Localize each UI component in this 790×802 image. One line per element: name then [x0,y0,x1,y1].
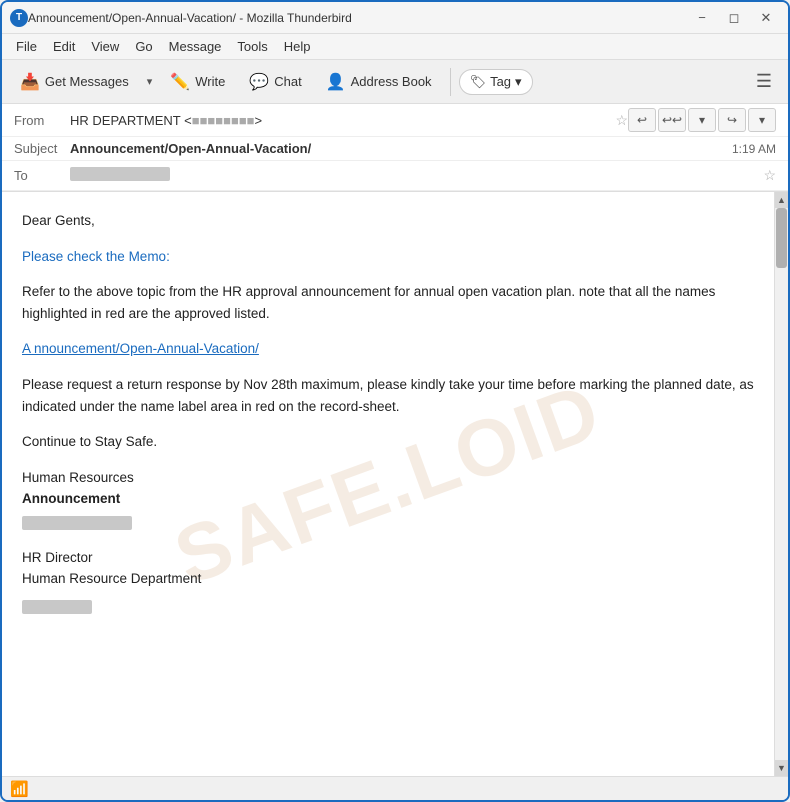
from-label: From [14,113,70,128]
reply-actions: ↩ ↩↩ ▾ ↪ ▾ [628,108,776,132]
get-messages-button[interactable]: 📥 Get Messages [10,65,139,99]
to-label: To [14,168,70,183]
annual-vacation-link[interactable]: A nnouncement/Open-Annual-Vacation/ [22,341,259,356]
menu-bar: File Edit View Go Message Tools Help [2,34,788,60]
address-book-icon: 👤 [326,72,346,92]
sender-info-redacted [22,600,92,614]
menu-edit[interactable]: Edit [45,37,83,56]
write-icon: ✏️ [170,72,190,92]
tag-label: Tag [490,74,511,89]
chat-button[interactable]: 💬 Chat [239,65,311,99]
from-star-icon[interactable]: ☆ [615,112,628,129]
wifi-icon: 📶 [10,780,29,798]
to-row: To ☆ [2,161,788,191]
nav-down-button[interactable]: ▾ [688,108,716,132]
title-bar: T Announcement/Open-Annual-Vacation/ - M… [2,2,788,34]
email-body-wrapper: SAFE.LOID Dear Gents, Please check the M… [2,192,788,776]
sender-name-redacted [22,516,132,530]
tag-icon: 🏷 [470,74,487,90]
email-check-memo: Please check the Memo: [22,246,754,268]
subject-label: Subject [14,141,70,156]
scroll-up-arrow[interactable]: ▲ [775,192,789,208]
main-window: T Announcement/Open-Annual-Vacation/ - M… [0,0,790,802]
sender-title: HR Director [22,547,754,569]
write-button[interactable]: ✏️ Write [160,65,235,99]
close-button[interactable]: ✕ [752,7,780,29]
scroll-thumb[interactable] [776,208,787,268]
sender-block: Human Resources Announcement HR Director… [22,467,754,621]
menu-view[interactable]: View [83,37,127,56]
toolbar-separator [450,68,451,96]
from-row: From HR DEPARTMENT <■■■■■■■■> ☆ ↩ ↩↩ ▾ ↪… [2,104,788,137]
email-body-paragraph2: Please request a return response by Nov … [22,374,754,417]
get-messages-dropdown[interactable]: ▾ [143,65,157,99]
window-controls: − ◻ ✕ [688,7,780,29]
menu-file[interactable]: File [8,37,45,56]
sender-dept: Human Resource Department [22,568,754,590]
subject-value: Announcement/Open-Annual-Vacation/ [70,141,732,156]
scroll-track[interactable] [775,208,788,760]
menu-tools[interactable]: Tools [229,37,275,56]
tag-button[interactable]: 🏷 Tag ▾ [459,69,533,95]
status-bar: 📶 [2,776,788,800]
email-body[interactable]: SAFE.LOID Dear Gents, Please check the M… [2,192,774,776]
sender-company2: Announcement [22,488,754,510]
reply-button[interactable]: ↩ [628,108,656,132]
window-title: Announcement/Open-Annual-Vacation/ - Moz… [28,11,688,25]
get-messages-label: Get Messages [45,74,129,89]
hamburger-menu-button[interactable]: ☰ [748,66,780,98]
menu-message[interactable]: Message [161,37,230,56]
sender-company1: Human Resources [22,467,754,489]
more-button[interactable]: ▾ [748,108,776,132]
to-star-icon[interactable]: ☆ [763,167,776,184]
reply-all-button[interactable]: ↩↩ [658,108,686,132]
vertical-scrollbar[interactable]: ▲ ▼ [774,192,788,776]
chat-label: Chat [274,74,301,89]
scroll-down-arrow[interactable]: ▼ [775,760,789,776]
write-label: Write [195,74,225,89]
to-value [70,167,757,184]
minimize-button[interactable]: − [688,7,716,29]
menu-help[interactable]: Help [276,37,319,56]
to-address-redacted [70,167,170,181]
forward-button[interactable]: ↪ [718,108,746,132]
email-time: 1:19 AM [732,142,776,156]
email-closing: Continue to Stay Safe. [22,431,754,453]
maximize-button[interactable]: ◻ [720,7,748,29]
tag-dropdown-icon: ▾ [515,74,522,90]
email-link-paragraph: A nnouncement/Open-Annual-Vacation/ [22,338,754,360]
email-header: From HR DEPARTMENT <■■■■■■■■> ☆ ↩ ↩↩ ▾ ↪… [2,104,788,192]
toolbar: 📥 Get Messages ▾ ✏️ Write 💬 Chat 👤 Addre… [2,60,788,104]
menu-go[interactable]: Go [127,37,160,56]
email-content: Dear Gents, Please check the Memo: Refer… [22,210,754,620]
email-greeting: Dear Gents, [22,210,754,232]
address-book-button[interactable]: 👤 Address Book [316,65,442,99]
from-value: HR DEPARTMENT <■■■■■■■■> [70,113,609,128]
subject-row: Subject Announcement/Open-Annual-Vacatio… [2,137,788,161]
app-icon: T [10,9,28,27]
inbox-icon: 📥 [20,72,40,92]
chat-icon: 💬 [249,72,269,92]
email-body-paragraph1: Refer to the above topic from the HR app… [22,281,754,324]
address-book-label: Address Book [351,74,432,89]
